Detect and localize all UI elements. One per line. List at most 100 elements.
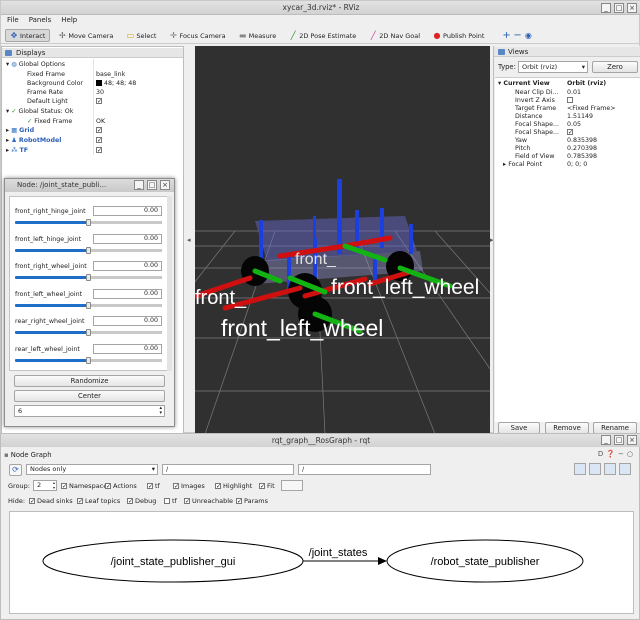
node-window-titlebar[interactable]: Node: /joint_state_publi... _ □ × <box>5 179 174 192</box>
zero-button[interactable]: Zero <box>592 61 638 73</box>
option-params[interactable]: ✓ Params <box>236 496 268 506</box>
maximize-icon[interactable]: □ <box>614 3 624 13</box>
background-color-value[interactable]: 48; 48; 48 <box>96 79 136 88</box>
grid-checkbox[interactable]: ✓ <box>96 126 102 135</box>
randomize-button[interactable]: Randomize <box>14 375 165 387</box>
tree-global-options[interactable]: ▾ ◍ Global Options <box>6 60 65 69</box>
minimize-icon[interactable]: _ <box>601 435 611 445</box>
slider-handle[interactable] <box>86 356 91 364</box>
slider-handle[interactable] <box>86 219 91 226</box>
joint-slider[interactable] <box>15 219 162 226</box>
plugin-icon: ▪ <box>4 451 9 459</box>
tool-2d-nav-goal[interactable]: ╱ 2D Nav Goal <box>364 29 425 42</box>
tool-focus-camera[interactable]: ✛ Focus Camera <box>164 29 230 42</box>
slider-handle[interactable] <box>86 274 91 281</box>
maximize-icon[interactable]: □ <box>147 180 157 190</box>
options-icon[interactable]: ○ <box>627 450 633 458</box>
graph-mode-select[interactable]: Nodes only ▾ <box>26 464 158 475</box>
refresh-icon[interactable]: ⟳ <box>9 464 22 476</box>
joint-slider[interactable] <box>15 356 162 364</box>
maximize-icon[interactable]: □ <box>614 435 624 445</box>
close-icon[interactable]: × <box>627 3 637 13</box>
option-tf[interactable]: tf <box>164 496 177 506</box>
menu-file[interactable]: File <box>7 15 19 26</box>
group-spinbox[interactable]: 2 ▴ ▾ <box>33 480 57 491</box>
graph-canvas[interactable]: /joint_state_publisher_gui /joint_states… <box>9 511 634 614</box>
namespace-filter-input[interactable]: / <box>162 464 294 475</box>
slider-handle[interactable] <box>86 246 91 254</box>
save-image-icon[interactable] <box>619 463 631 475</box>
slider-handle[interactable] <box>86 301 91 309</box>
tree-tf[interactable]: ▸ ⁂ TF <box>6 146 28 155</box>
tree-robot-model[interactable]: ▸ ♟ RobotModel <box>6 136 61 145</box>
tool-move-camera[interactable]: ✢ Move Camera <box>53 29 118 42</box>
minus-icon[interactable]: − <box>618 450 624 458</box>
remove-tool-icon[interactable]: − <box>513 30 521 40</box>
graph-node-right-label[interactable]: /robot_state_publisher <box>431 556 540 568</box>
minimize-icon[interactable]: _ <box>601 3 611 13</box>
view-type-select[interactable]: Orbit (rviz) ▾ <box>518 61 588 73</box>
option-namespaces[interactable]: ✓ Namespaces <box>61 481 111 491</box>
fit-view-button[interactable] <box>281 480 303 491</box>
save-dot-icon[interactable] <box>589 463 601 475</box>
tool-select[interactable]: ▭ Select <box>121 29 161 42</box>
tool-measure[interactable]: ▬ Measure <box>234 29 282 42</box>
joint-slider[interactable] <box>15 274 162 281</box>
spin-arrows-icon[interactable]: ▴ ▾ <box>159 406 162 416</box>
option-actions[interactable]: ✓ Actions <box>105 481 137 491</box>
add-tool-icon[interactable]: + <box>502 30 510 40</box>
tree-global-status[interactable]: ▾ ✓ Global Status: Ok <box>6 107 73 116</box>
option-leaf-topics[interactable]: ✓ Leaf topics <box>77 496 120 506</box>
view-prop-value[interactable]: 0; 0; 0 <box>567 160 587 169</box>
current-view-row[interactable]: ▾ Current View <box>498 79 550 88</box>
tf-checkbox[interactable]: ✓ <box>96 146 102 155</box>
joint-value-field[interactable]: 0.00 <box>93 316 162 326</box>
fixed-frame-value[interactable]: base_link <box>96 70 125 79</box>
joint-value-field[interactable]: 0.00 <box>93 261 162 271</box>
save-svg-icon[interactable] <box>604 463 616 475</box>
option-images[interactable]: ✓ Images <box>173 481 205 491</box>
graph-node-left-label[interactable]: /joint_state_publisher_gui <box>111 556 236 568</box>
minimize-icon[interactable]: _ <box>134 180 144 190</box>
joint-value-field[interactable]: 0.00 <box>93 206 162 216</box>
tool-2d-pose-estimate[interactable]: ╱ 2D Pose Estimate <box>284 29 361 42</box>
menu-help[interactable]: Help <box>61 15 77 26</box>
spin-arrows-icon[interactable]: ▴ ▾ <box>53 480 55 490</box>
displays-collapse-arrow-icon[interactable]: ◂ <box>187 236 191 244</box>
menu-panels[interactable]: Panels <box>29 15 52 26</box>
topic-filter-input[interactable]: / <box>298 464 431 475</box>
graph-edge-label[interactable]: /joint_states <box>309 547 368 559</box>
load-dot-icon[interactable] <box>574 463 586 475</box>
3d-viewport[interactable]: front_left_wheel front_left_wheel front_… <box>195 46 490 434</box>
joint-slider[interactable] <box>15 329 162 336</box>
option-debug[interactable]: ✓ Debug <box>127 496 156 506</box>
frame-rate-value[interactable]: 30 <box>96 88 104 97</box>
joint-slider[interactable] <box>15 246 162 254</box>
tool-properties-icon[interactable]: ◉ <box>524 31 532 40</box>
rviz-titlebar[interactable]: xycar_3d.rviz* - RViz _ □ × <box>1 1 640 15</box>
tree-grid[interactable]: ▸ ▦ Grid <box>6 126 34 135</box>
robot-model-checkbox[interactable]: ✓ <box>96 136 102 145</box>
close-icon[interactable]: × <box>627 435 637 445</box>
option-tf[interactable]: ✓ tf <box>147 481 160 491</box>
option-dead-sinks[interactable]: ✓ Dead sinks <box>29 496 73 506</box>
center-button[interactable]: Center <box>14 390 165 402</box>
joint-value-field[interactable]: 0.00 <box>93 233 162 244</box>
default-light-checkbox[interactable]: ✓ <box>96 97 102 106</box>
joints-scrollbar[interactable] <box>167 196 172 371</box>
close-icon[interactable]: × <box>160 180 170 190</box>
joint-value-field[interactable]: 0.00 <box>93 288 162 299</box>
option-fit[interactable]: ✓ Fit <box>259 481 275 491</box>
dock-icon[interactable]: D <box>598 450 603 458</box>
rqt-titlebar[interactable]: rqt_graph__RosGraph - rqt _ □ × <box>1 434 640 447</box>
joint-slider[interactable] <box>15 301 162 309</box>
column-divider[interactable] <box>93 59 94 155</box>
joint-count-spinbox[interactable]: 6 ▴ ▾ <box>14 405 165 417</box>
tool-publish-point[interactable]: ● Publish Point <box>428 29 489 42</box>
tool-interact[interactable]: ✥ Interact <box>5 29 51 42</box>
joint-value-field[interactable]: 0.00 <box>93 343 162 354</box>
slider-handle[interactable] <box>86 329 91 336</box>
option-highlight[interactable]: ✓ Highlight <box>215 481 252 491</box>
help-icon[interactable]: ❓ <box>606 450 615 458</box>
option-unreachable[interactable]: ✓ Unreachable <box>184 496 233 506</box>
